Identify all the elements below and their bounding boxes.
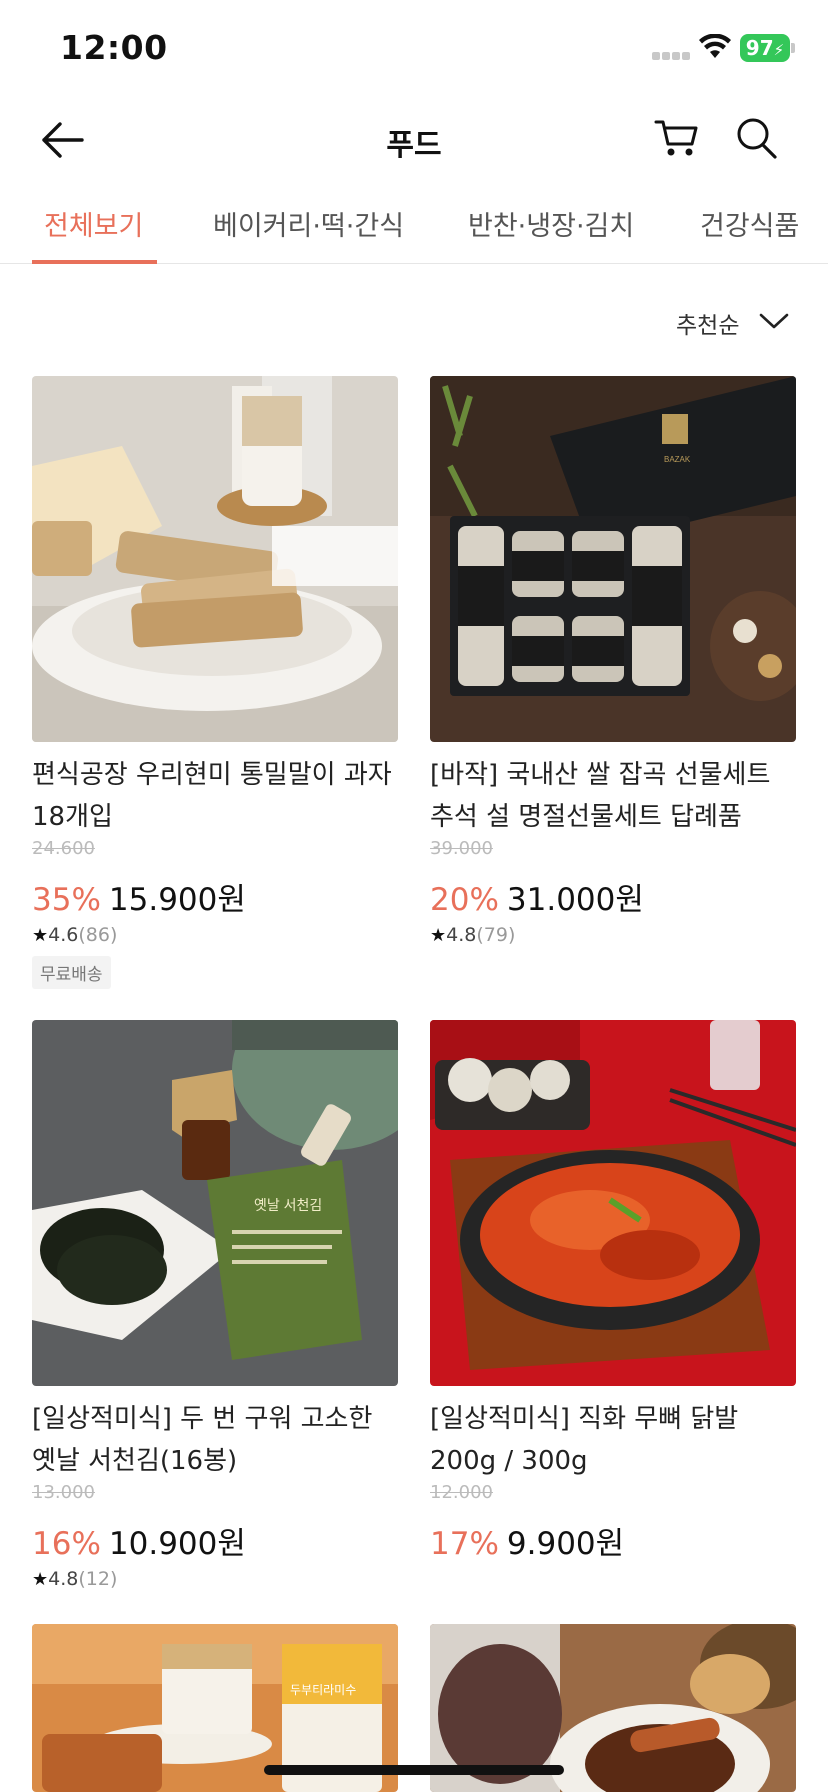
page-title: 푸드	[386, 128, 442, 163]
sale-price: 9.900원	[506, 1526, 625, 1562]
category-tabs: 전체보기 베이커리·떡·간식 반찬·냉장·김치 건강식품	[0, 190, 828, 264]
discount-rate: 20%	[430, 882, 499, 918]
price-row: 35% 15.900원	[32, 874, 246, 919]
product-card[interactable]: 편식공장 우리현미 통밀말이 과자 18개입 24.600 35% 15.900원…	[32, 376, 398, 989]
sort-label: 추천순	[676, 313, 740, 339]
review-count: (86)	[78, 924, 118, 946]
star-icon: ★	[430, 925, 447, 946]
free-shipping-badge: 무료배송	[32, 956, 111, 989]
star-icon: ★	[32, 1569, 49, 1590]
search-icon[interactable]	[734, 116, 778, 160]
navigation-header: 푸드	[0, 100, 828, 180]
battery-cap	[791, 43, 795, 53]
product-name: [바작] 국내산 쌀 잡곡 선물세트 추석 설 명절선물세트 답례품	[430, 760, 771, 832]
battery-icon: 97⚡	[740, 34, 790, 62]
product-card[interactable]: BAZAK [바작] 국내산 쌀 잡곡 선물세트 추석 설 명절선물세트 답례품…	[430, 376, 796, 956]
original-price: 12.000	[430, 1482, 493, 1503]
discount-rate: 35%	[32, 882, 101, 918]
product-image-grain-gift-set: BAZAK	[430, 376, 796, 742]
tab-side-dishes[interactable]: 반찬·냉장·김치	[468, 204, 634, 243]
product-card[interactable]: 옛날 서천김 [일상적미식] 두 번 구워 고소한 옛날 서천김(16봉) 13…	[32, 1020, 398, 1600]
product-image-chicken-feet	[430, 1020, 796, 1386]
star-icon: ★	[32, 925, 49, 946]
battery-level: 97	[745, 36, 774, 60]
status-bar: 12:00 97⚡	[0, 0, 828, 96]
cellular-signal-icon	[652, 52, 692, 62]
tiramisu-pack-text: 두부티라미수	[290, 1683, 356, 1697]
rating-score: 4.8	[48, 1568, 79, 1590]
price-row: 20% 31.000원	[430, 874, 644, 919]
rating: ★4.8(79)	[430, 924, 515, 946]
active-tab-indicator	[32, 260, 157, 264]
discount-rate: 16%	[32, 1526, 101, 1562]
rating-score: 4.6	[48, 924, 79, 946]
bazak-logo-text: BAZAK	[664, 455, 691, 464]
review-count: (79)	[476, 924, 516, 946]
home-indicator[interactable]	[264, 1765, 564, 1775]
tab-all[interactable]: 전체보기	[44, 204, 143, 243]
status-time: 12:00	[60, 28, 168, 67]
product-image-seaweed: 옛날 서천김	[32, 1020, 398, 1386]
charging-bolt-icon: ⚡	[773, 41, 785, 59]
tab-bakery[interactable]: 베이커리·떡·간식	[213, 204, 404, 243]
product-name: 편식공장 우리현미 통밀말이 과자 18개입	[32, 760, 392, 832]
rating-score: 4.8	[446, 924, 477, 946]
seaweed-pack-text: 옛날 서천김	[254, 1197, 322, 1213]
rating: ★4.8(12)	[32, 1568, 117, 1590]
chevron-down-icon	[759, 313, 789, 329]
price-row: 16% 10.900원	[32, 1518, 246, 1563]
product-name: [일상적미식] 두 번 구워 고소한 옛날 서천김(16봉)	[32, 1404, 373, 1476]
wifi-icon	[699, 34, 731, 58]
discount-rate: 17%	[430, 1526, 499, 1562]
product-image-rice-bar	[32, 376, 398, 742]
price-row: 17% 9.900원	[430, 1518, 624, 1563]
sale-price: 15.900원	[108, 882, 246, 918]
cart-icon[interactable]	[654, 116, 700, 160]
rating: ★4.6(86)	[32, 924, 117, 946]
product-card[interactable]: [일상적미식] 직화 무뼈 닭발 200g / 300g 12.000 17% 9…	[430, 1020, 796, 1580]
original-price: 13.000	[32, 1482, 95, 1503]
tab-health-food[interactable]: 건강식품	[700, 204, 799, 243]
product-name: [일상적미식] 직화 무뼈 닭발 200g / 300g	[430, 1404, 739, 1476]
sale-price: 31.000원	[506, 882, 644, 918]
screen: 12:00 97⚡ 푸드 전체보기 베이커리·떡·간식 반찬·냉장·김치 건강식…	[0, 0, 828, 1792]
original-price: 24.600	[32, 838, 95, 859]
sale-price: 10.900원	[108, 1526, 246, 1562]
original-price: 39.000	[430, 838, 493, 859]
review-count: (12)	[78, 1568, 118, 1590]
